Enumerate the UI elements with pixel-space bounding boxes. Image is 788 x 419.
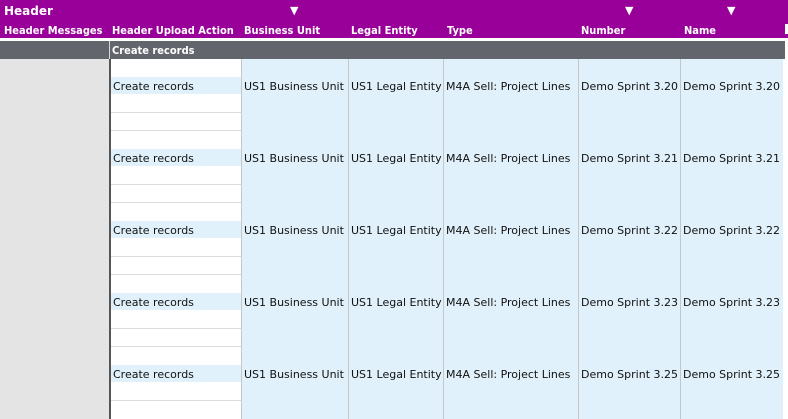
row-line — [111, 400, 241, 401]
number-value[interactable]: Demo Sprint 3.21 — [581, 152, 678, 165]
business-unit-value[interactable]: US1 Business Unit — [244, 224, 344, 237]
column-border — [241, 59, 242, 419]
header-messages-column — [0, 59, 109, 419]
column-header-row: Header Messages Header Upload Action Bus… — [0, 21, 788, 38]
group-row: Create records — [0, 41, 788, 59]
legal-entity-value[interactable]: US1 Legal Entity — [351, 296, 442, 309]
row-line — [111, 346, 241, 347]
filter-dropdown-icon[interactable]: ▼ — [727, 4, 735, 17]
number-column — [579, 59, 680, 419]
column-border — [348, 59, 349, 419]
upload-action-value[interactable]: Create records — [113, 224, 194, 237]
column-header-upload-action[interactable]: Header Upload Action — [112, 24, 234, 37]
group-label: Create records — [112, 44, 195, 57]
business-unit-value[interactable]: US1 Business Unit — [244, 80, 344, 93]
name-value[interactable]: Demo Sprint 3.21 — [683, 152, 780, 165]
column-header-name[interactable]: Name — [684, 24, 716, 37]
upload-action-value[interactable]: Create records — [113, 152, 194, 165]
row-line — [111, 274, 241, 275]
grid-right-edge — [783, 59, 788, 419]
number-value[interactable]: Demo Sprint 3.22 — [581, 224, 678, 237]
column-header-number[interactable]: Number — [581, 24, 625, 37]
column-header-type[interactable]: Type — [447, 24, 473, 37]
number-value[interactable]: Demo Sprint 3.25 — [581, 368, 678, 381]
column-header-legal-entity[interactable]: Legal Entity — [351, 24, 418, 37]
row-line — [111, 202, 241, 203]
column-header-header-messages[interactable]: Header Messages — [4, 24, 103, 37]
name-value[interactable]: Demo Sprint 3.23 — [683, 296, 780, 309]
name-value[interactable]: Demo Sprint 3.20 — [683, 80, 780, 93]
row-line — [111, 184, 241, 185]
number-value[interactable]: Demo Sprint 3.20 — [581, 80, 678, 93]
group-row-divider — [109, 41, 110, 59]
business-unit-value[interactable]: US1 Business Unit — [244, 368, 344, 381]
name-value[interactable]: Demo Sprint 3.22 — [683, 224, 780, 237]
row-line — [111, 130, 241, 131]
legal-entity-value[interactable]: US1 Legal Entity — [351, 224, 442, 237]
column-header-business-unit[interactable]: Business Unit — [244, 24, 320, 37]
type-value[interactable]: M4A Sell: Project Lines — [446, 224, 570, 237]
type-column — [444, 59, 578, 419]
type-value[interactable]: M4A Sell: Project Lines — [446, 152, 570, 165]
business-unit-column — [242, 59, 348, 419]
filter-dropdown-icon[interactable]: ▼ — [625, 4, 633, 17]
type-value[interactable]: M4A Sell: Project Lines — [446, 296, 570, 309]
upload-action-value[interactable]: Create records — [113, 368, 194, 381]
header-title: Header — [4, 4, 53, 18]
column-border — [443, 59, 444, 419]
row-line — [111, 256, 241, 257]
upload-action-value[interactable]: Create records — [113, 80, 194, 93]
legal-entity-value[interactable]: US1 Legal Entity — [351, 80, 442, 93]
column-border — [680, 59, 681, 419]
row-line — [111, 112, 241, 113]
row-line — [111, 328, 241, 329]
business-unit-value[interactable]: US1 Business Unit — [244, 152, 344, 165]
legal-entity-value[interactable]: US1 Legal Entity — [351, 368, 442, 381]
filter-dropdown-icon[interactable]: ▼ — [290, 4, 298, 17]
type-value[interactable]: M4A Sell: Project Lines — [446, 368, 570, 381]
name-column — [681, 59, 783, 419]
business-unit-value[interactable]: US1 Business Unit — [244, 296, 344, 309]
header-title-bar: Header ▼ ▼ ▼ — [0, 0, 788, 21]
upload-action-value[interactable]: Create records — [113, 296, 194, 309]
name-value[interactable]: Demo Sprint 3.25 — [683, 368, 780, 381]
legal-entity-column — [349, 59, 443, 419]
type-value[interactable]: M4A Sell: Project Lines — [446, 80, 570, 93]
column-border — [578, 59, 579, 419]
legal-entity-value[interactable]: US1 Legal Entity — [351, 152, 442, 165]
number-value[interactable]: Demo Sprint 3.23 — [581, 296, 678, 309]
